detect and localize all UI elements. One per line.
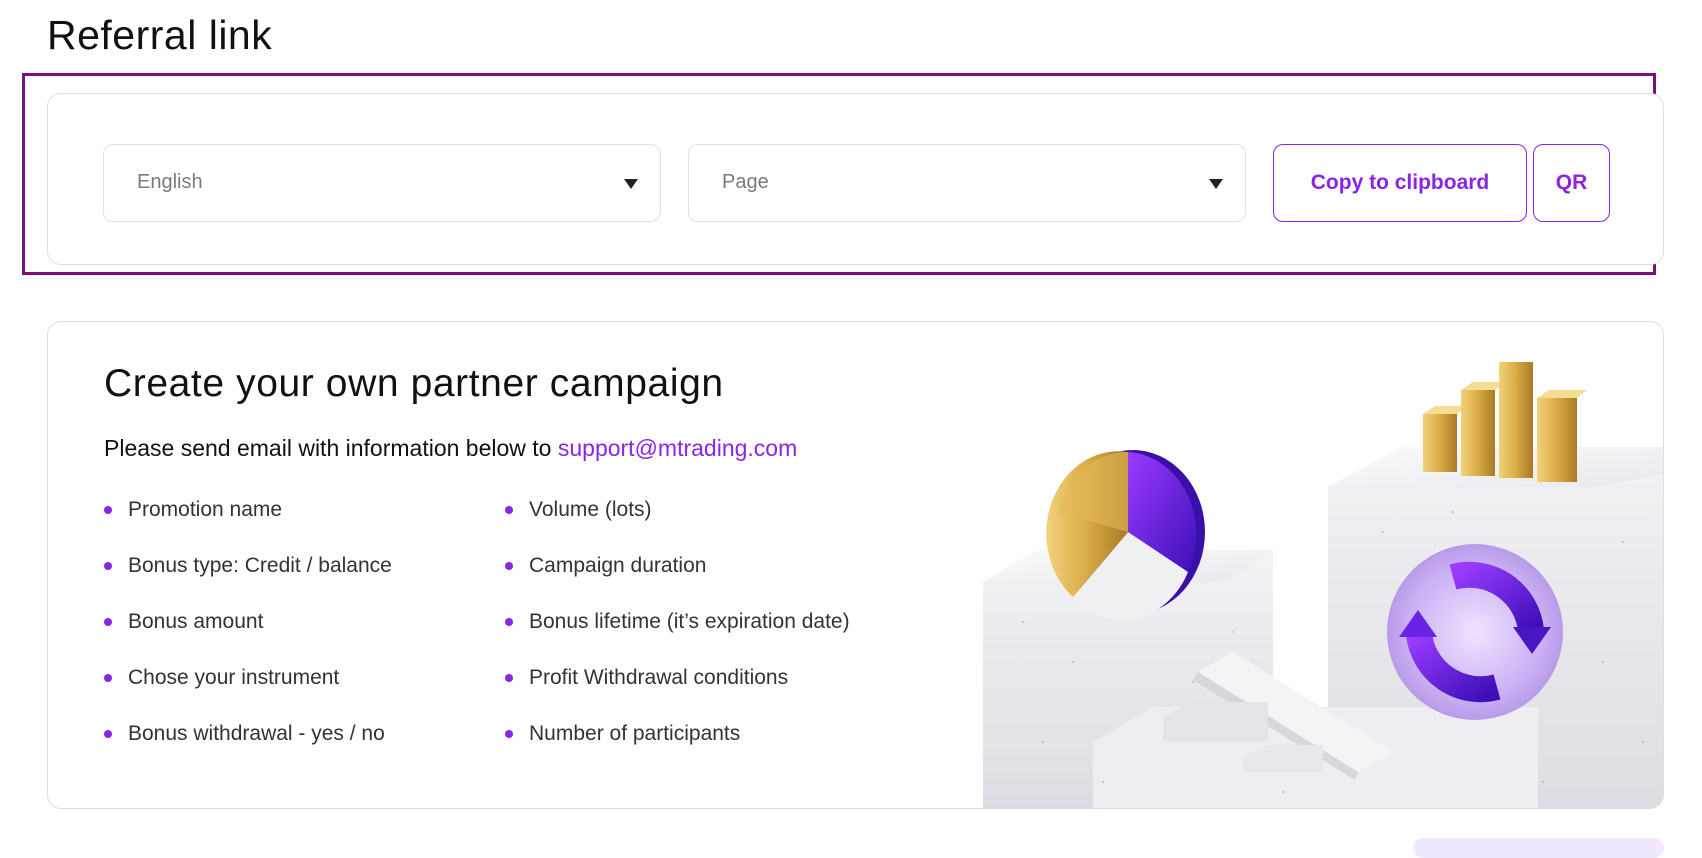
page-select-value: Page xyxy=(722,171,769,193)
requirements-list-left: Promotion name Bonus type: Credit / bala… xyxy=(104,497,392,777)
list-item: Number of participants xyxy=(505,721,850,777)
language-select-value: English xyxy=(137,171,203,193)
support-email-link[interactable]: support@mtrading.com xyxy=(558,435,797,461)
language-select[interactable]: English xyxy=(103,144,661,222)
partial-button[interactable] xyxy=(1413,838,1664,858)
campaign-intro: Please send email with information below… xyxy=(104,435,797,462)
campaign-illustration xyxy=(983,362,1663,808)
partner-campaign-card: Create your own partner campaign Please … xyxy=(47,321,1664,809)
list-item: Bonus type: Credit / balance xyxy=(104,553,392,609)
list-item: Bonus lifetime (it’s expiration date) xyxy=(505,609,850,665)
list-item: Bonus amount xyxy=(104,609,392,665)
list-item: Chose your instrument xyxy=(104,665,392,721)
requirements-list-right: Volume (lots) Campaign duration Bonus li… xyxy=(505,497,850,777)
page-select[interactable]: Page xyxy=(688,144,1246,222)
page-title: Referral link xyxy=(47,12,273,58)
refresh-icon xyxy=(1387,544,1563,720)
list-item: Promotion name xyxy=(104,497,392,553)
campaign-title: Create your own partner campaign xyxy=(104,362,724,405)
campaign-intro-text: Please send email with information below… xyxy=(104,435,552,461)
list-item: Bonus withdrawal - yes / no xyxy=(104,721,392,777)
list-item: Campaign duration xyxy=(505,553,850,609)
qr-button[interactable]: QR xyxy=(1533,144,1610,222)
copy-to-clipboard-button[interactable]: Copy to clipboard xyxy=(1273,144,1527,222)
list-item: Volume (lots) xyxy=(505,497,850,553)
chevron-down-icon xyxy=(624,179,638,189)
gold-bar-chart-icon xyxy=(1423,362,1587,482)
list-item: Profit Withdrawal conditions xyxy=(505,665,850,721)
chevron-down-icon xyxy=(1209,179,1223,189)
